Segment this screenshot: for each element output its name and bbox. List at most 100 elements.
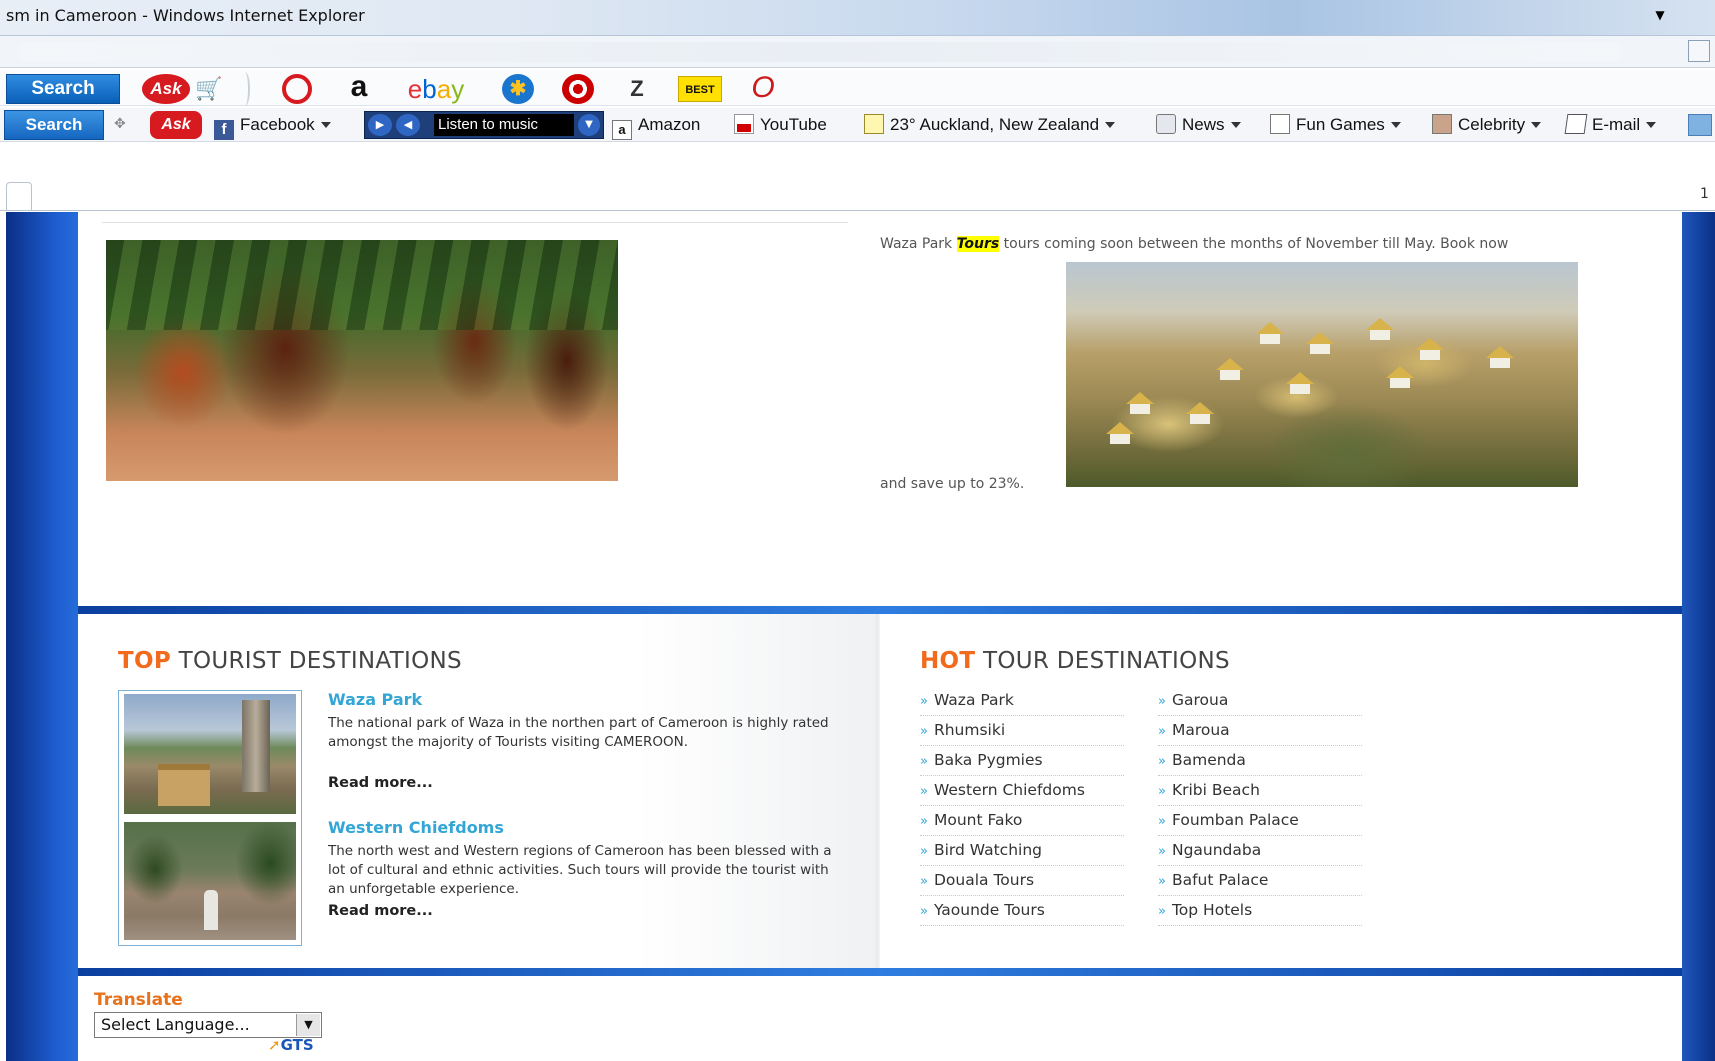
ask-button-icon[interactable]: Ask bbox=[150, 111, 202, 139]
zappos-logo-icon[interactable]: Z bbox=[620, 74, 654, 104]
toolbar-grip-icon[interactable]: ✥ bbox=[114, 116, 128, 132]
chevron-down-icon bbox=[320, 122, 331, 128]
amazon-label: Amazon bbox=[638, 115, 701, 134]
gts-logo[interactable]: ➚GTS bbox=[268, 1036, 314, 1054]
language-select[interactable]: Select Language... bbox=[94, 1012, 322, 1038]
play-icon[interactable]: ▶ bbox=[368, 114, 392, 136]
bullet-icon: » bbox=[920, 694, 928, 709]
destination-title-western-chiefdoms[interactable]: Western Chiefdoms bbox=[328, 818, 504, 837]
hot-link[interactable]: » Rhumsiki bbox=[920, 716, 1124, 746]
chevron-down-icon[interactable]: ▼ bbox=[296, 1014, 320, 1036]
facebook-icon: f bbox=[214, 120, 234, 140]
read-more-link[interactable]: Read more... bbox=[328, 775, 433, 791]
address-bar-row bbox=[0, 36, 1715, 68]
bullet-icon: » bbox=[1158, 874, 1166, 889]
shopping-cart-icon[interactable]: 🛒 bbox=[192, 76, 226, 102]
toolbar1-search-button[interactable]: Search bbox=[6, 74, 120, 104]
hot-link[interactable]: » Top Hotels bbox=[1158, 896, 1362, 926]
read-more-link[interactable]: Read more... bbox=[328, 903, 433, 919]
hot-link[interactable]: » Mount Fako bbox=[920, 806, 1124, 836]
facebook-label: Facebook bbox=[240, 115, 315, 134]
feed-icon[interactable] bbox=[1688, 40, 1710, 62]
bullet-icon: » bbox=[920, 844, 928, 859]
toolbar2-search-button[interactable]: Search bbox=[4, 110, 104, 140]
volume-icon[interactable]: ◀ bbox=[396, 114, 420, 136]
hot-link[interactable]: » Kribi Beach bbox=[1158, 776, 1362, 806]
hot-link-label: Top Hotels bbox=[1171, 901, 1253, 919]
address-bar[interactable] bbox=[20, 42, 1620, 62]
bullet-icon: » bbox=[920, 724, 928, 739]
waza-park-thumbnail[interactable] bbox=[124, 694, 296, 814]
email-menu[interactable]: E-mail bbox=[1564, 111, 1657, 139]
target-logo-icon[interactable] bbox=[562, 74, 594, 104]
news-label: News bbox=[1182, 115, 1225, 134]
hot-link-label: Bafut Palace bbox=[1171, 871, 1269, 889]
bullet-icon: » bbox=[920, 904, 928, 919]
hot-link-label: Douala Tours bbox=[933, 871, 1035, 889]
ebay-logo-icon[interactable]: ebay bbox=[400, 74, 472, 104]
youtube-label: YouTube bbox=[760, 115, 827, 134]
address-dropdown-icon[interactable]: ▼ bbox=[1650, 8, 1670, 26]
dance-photo bbox=[106, 240, 618, 481]
hot-link[interactable]: » Ngaundaba bbox=[1158, 836, 1362, 866]
fun-games-label: Fun Games bbox=[1296, 115, 1385, 134]
bullet-icon: » bbox=[1158, 814, 1166, 829]
weather-label: 23° Auckland, New Zealand bbox=[890, 115, 1100, 134]
music-label[interactable]: Listen to music bbox=[434, 114, 574, 136]
column-divider bbox=[876, 614, 880, 968]
email-icon bbox=[1564, 114, 1588, 134]
email-label: E-mail bbox=[1592, 115, 1641, 134]
hot-link[interactable]: » Waza Park bbox=[920, 686, 1124, 716]
chevron-down-icon bbox=[1531, 122, 1542, 128]
destination-desc-western-chiefdoms: The north west and Western regions of Ca… bbox=[328, 843, 832, 897]
bestbuy-logo-icon[interactable]: BEST BUY bbox=[678, 76, 722, 122]
bullet-icon: » bbox=[1158, 724, 1166, 739]
heading-accent: TOP bbox=[118, 648, 171, 674]
chevron-down-icon bbox=[1230, 122, 1241, 128]
hot-link-label: Bird Watching bbox=[933, 841, 1042, 859]
hot-link[interactable]: » Bamenda bbox=[1158, 746, 1362, 776]
bullet-icon: » bbox=[1158, 904, 1166, 919]
hot-link-label: Baka Pygmies bbox=[933, 751, 1043, 769]
bullet-icon: » bbox=[1158, 754, 1166, 769]
toolbar-more-icon[interactable] bbox=[1688, 114, 1712, 136]
hot-link[interactable]: » Maroua bbox=[1158, 716, 1362, 746]
section-divider-band bbox=[78, 968, 1682, 976]
hot-link[interactable]: » Western Chiefdoms bbox=[920, 776, 1124, 806]
browser-tab[interactable] bbox=[6, 182, 32, 210]
celebrity-menu[interactable]: Celebrity bbox=[1432, 111, 1542, 139]
western-chiefdoms-thumbnail[interactable] bbox=[124, 822, 296, 940]
hot-link[interactable]: » Foumban Palace bbox=[1158, 806, 1362, 836]
chevron-down-icon bbox=[1390, 122, 1401, 128]
red-circle-logo-icon[interactable] bbox=[282, 74, 312, 104]
weather-menu[interactable]: 23° Auckland, New Zealand bbox=[864, 111, 1116, 139]
hot-link-label: Rhumsiki bbox=[933, 721, 1006, 739]
destination-title-waza-park[interactable]: Waza Park bbox=[328, 690, 422, 709]
news-menu[interactable]: News bbox=[1156, 111, 1241, 139]
hot-link-label: Western Chiefdoms bbox=[933, 781, 1085, 799]
window-titlebar[interactable]: sm in Cameroon - Windows Internet Explor… bbox=[0, 0, 1715, 36]
news-icon bbox=[1156, 114, 1176, 134]
ask-logo-icon[interactable]: Ask bbox=[142, 74, 190, 104]
bullet-icon: » bbox=[920, 754, 928, 769]
hot-link[interactable]: » Yaounde Tours bbox=[920, 896, 1124, 926]
opera-logo-icon[interactable]: O bbox=[748, 73, 778, 104]
walmart-logo-icon[interactable]: ✱ bbox=[502, 74, 534, 104]
toolbar-separator bbox=[240, 72, 250, 106]
music-dropdown-icon[interactable]: ▼ bbox=[578, 114, 600, 136]
hot-link-label: Foumban Palace bbox=[1171, 811, 1299, 829]
tab-strip bbox=[0, 143, 1715, 211]
hot-link-label: Maroua bbox=[1171, 721, 1230, 739]
hot-link[interactable]: » Douala Tours bbox=[920, 866, 1124, 896]
hot-link[interactable]: » Bafut Palace bbox=[1158, 866, 1362, 896]
facebook-menu[interactable]: f Facebook bbox=[214, 111, 331, 140]
village-photo bbox=[1066, 262, 1578, 487]
amazon-logo-icon[interactable]: a bbox=[346, 70, 372, 104]
fun-games-menu[interactable]: Fun Games bbox=[1270, 111, 1401, 139]
youtube-link[interactable]: YouTube bbox=[734, 111, 827, 139]
hot-link[interactable]: » Baka Pygmies bbox=[920, 746, 1124, 776]
amazon-link[interactable]: a Amazon bbox=[612, 111, 701, 140]
hot-link[interactable]: » Bird Watching bbox=[920, 836, 1124, 866]
hot-link[interactable]: » Garoua bbox=[1158, 686, 1362, 716]
tours-highlight[interactable]: Tours bbox=[956, 236, 1000, 252]
